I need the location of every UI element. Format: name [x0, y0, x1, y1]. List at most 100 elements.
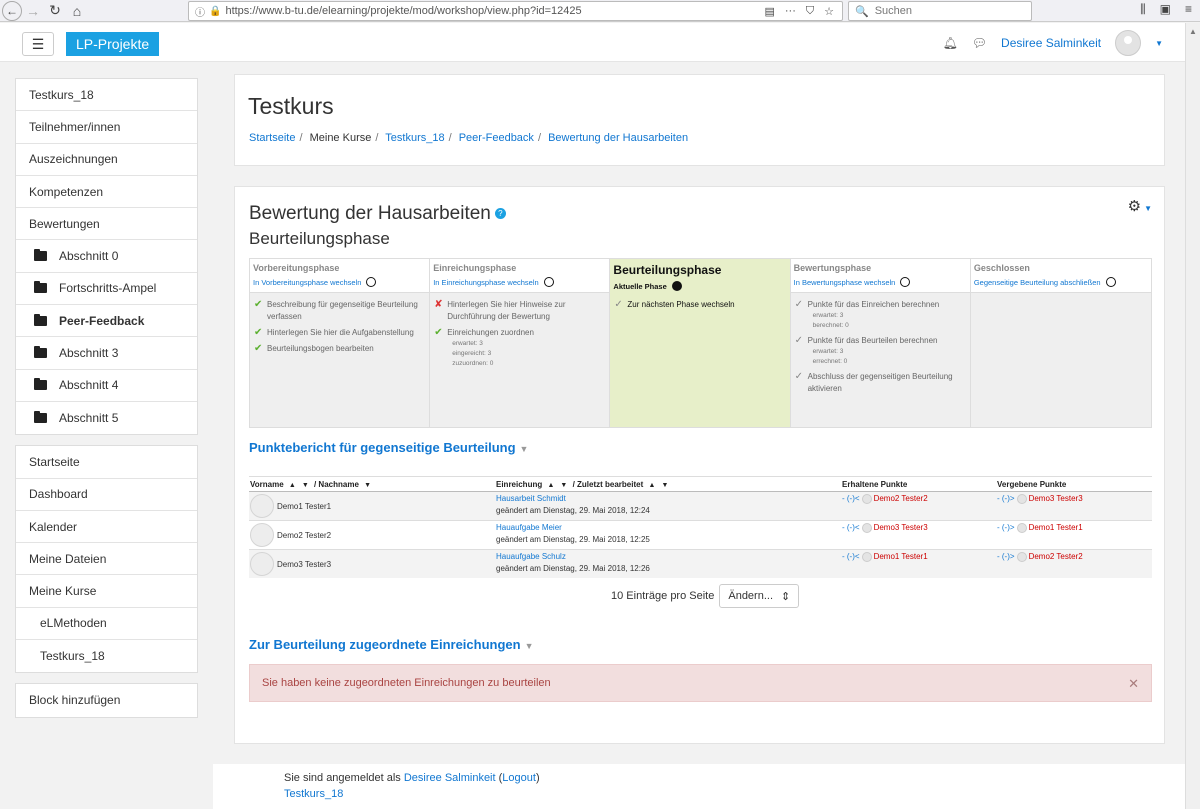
drawer-item-my-courses[interactable]: Meine Kurse [16, 575, 197, 608]
sort-down-icon[interactable]: ▼ [364, 482, 371, 489]
task-text[interactable]: Beurteilungsbogen bearbeiten [267, 343, 374, 355]
help-icon[interactable]: ? [494, 208, 506, 220]
drawer-item-grades[interactable]: Bewertungen [16, 208, 197, 241]
star-icon[interactable]: ☆ [824, 5, 834, 18]
drawer-item-section-peer-feedback[interactable]: Peer-Feedback [16, 305, 197, 338]
home-icon[interactable]: ⌂ [66, 0, 88, 22]
bell-icon[interactable]: 🔔︎ [943, 36, 958, 50]
breadcrumb-item[interactable]: Meine Kurse [310, 132, 372, 144]
task-text[interactable]: Hinterlegen Sie hier Hinweise zur Durchf… [447, 299, 605, 323]
reviewer-name[interactable]: Demo1 Tester1 [874, 552, 928, 561]
avatar[interactable] [250, 494, 274, 518]
submission-link[interactable]: Hausarbeit Schmidt [496, 494, 840, 503]
grade-link[interactable]: - (-)< [842, 552, 860, 561]
grade-link[interactable]: - (-)< [842, 523, 860, 532]
sidebar-icon[interactable]: ▣ [1160, 2, 1171, 17]
footer-user-link[interactable]: Desiree Salminkeit [404, 772, 496, 784]
reviewee-name[interactable]: Demo2 Tester2 [1029, 552, 1083, 561]
submission-link[interactable]: Hauaufgabe Schulz [496, 552, 840, 561]
reload-icon[interactable]: ↻ [44, 0, 66, 22]
scrollbar[interactable]: ▲ [1185, 23, 1200, 809]
reviewer-name[interactable]: Demo2 Tester2 [874, 494, 928, 503]
sort-up-icon[interactable]: ▲ [289, 482, 296, 489]
breadcrumb-item[interactable]: Peer-Feedback [459, 132, 534, 144]
footer-course-link[interactable]: Testkurs_18 [284, 788, 343, 800]
drawer-item-badges[interactable]: Auszeichnungen [16, 144, 197, 176]
phase-switch-link[interactable]: In Vorbereitungsphase wechseln [253, 277, 426, 287]
sort-up-icon[interactable]: ▲ [547, 482, 554, 489]
drawer-item-home[interactable]: Startseite [16, 446, 197, 479]
per-page-select[interactable]: Ändern... ⇕ [719, 584, 800, 608]
task-text[interactable]: Zur nächsten Phase wechseln [627, 299, 734, 311]
settings-menu[interactable]: ⚙ ▼ [1128, 197, 1152, 215]
library-icon[interactable]: ⫼ [1140, 2, 1146, 17]
add-block-button[interactable]: Block hinzufügen [16, 684, 197, 716]
breadcrumb-item[interactable]: Testkurs_18 [385, 132, 444, 144]
submission-link[interactable]: Hauaufgabe Meier [496, 523, 840, 532]
chevron-down-icon[interactable]: ▼ [1155, 39, 1163, 48]
sort-down-icon[interactable]: ▼ [302, 482, 309, 489]
grade-link[interactable]: - (-)< [842, 494, 860, 503]
grade-link[interactable]: - (-)> [997, 552, 1015, 561]
sort-up-icon[interactable]: ▲ [649, 482, 656, 489]
phase-switch-link[interactable]: In Einreichungsphase wechseln [433, 277, 606, 287]
sort-submission[interactable]: Einreichung [496, 480, 542, 489]
assigned-heading[interactable]: Zur Beurteilung zugeordnete Einreichunge… [249, 637, 534, 652]
shield-icon[interactable]: ⛉ [806, 5, 814, 18]
phase-switch-text[interactable]: In Bewertungsphase wechseln [794, 278, 896, 287]
reader-icon[interactable]: ▤ [764, 5, 774, 18]
grade-link[interactable]: - (-)> [997, 494, 1015, 503]
sort-modified[interactable]: / Zuletzt bearbeitet [573, 480, 644, 489]
site-brand[interactable]: LP-Projekte [66, 32, 160, 56]
sort-firstname[interactable]: Vorname [250, 480, 284, 489]
back-icon[interactable]: ← [2, 0, 22, 21]
report-heading[interactable]: Punktebericht für gegenseitige Beurteilu… [249, 440, 528, 455]
drawer-item-course-testkurs[interactable]: Testkurs_18 [16, 640, 197, 672]
drawer-item-section-0[interactable]: Abschnitt 0 [16, 240, 197, 273]
close-icon[interactable]: ✕ [1128, 676, 1139, 692]
url-text[interactable]: https://www.b-tu.de/elearning/projekte/m… [225, 5, 581, 17]
task-text[interactable]: Abschluss der gegenseitigen Beurteilung … [808, 371, 966, 395]
task-text[interactable]: Punkte für das Einreichen berechnen [808, 299, 940, 311]
drawer-item-course[interactable]: Testkurs_18 [16, 79, 197, 112]
avatar[interactable] [1115, 30, 1142, 56]
phase-switch-text[interactable]: In Einreichungsphase wechseln [433, 278, 538, 287]
chevron-down-icon[interactable]: ▼ [525, 641, 534, 651]
chevron-down-icon[interactable]: ▼ [1144, 204, 1152, 213]
sort-lastname[interactable]: / Nachname [314, 480, 359, 489]
task-text[interactable]: Punkte für das Beurteilen berechnen [808, 335, 938, 347]
reviewer-name[interactable]: Demo3 Tester3 [874, 523, 928, 532]
task-text[interactable]: Beschreibung für gegenseitige Beurteilun… [267, 299, 425, 323]
menu-icon[interactable]: ≡ [1185, 2, 1192, 17]
sort-down-icon[interactable]: ▼ [661, 482, 668, 489]
drawer-item-section-5[interactable]: Abschnitt 5 [16, 402, 197, 434]
grade-link[interactable]: - (-)> [997, 523, 1015, 532]
circle-icon[interactable] [900, 277, 911, 287]
circle-icon[interactable] [543, 277, 554, 287]
circle-icon[interactable] [1105, 277, 1116, 287]
phase-switch-text[interactable]: Gegenseitige Beurteilung abschließen [974, 278, 1101, 287]
drawer-item-files[interactable]: Meine Dateien [16, 543, 197, 576]
phase-switch-text[interactable]: In Vorbereitungsphase wechseln [253, 278, 361, 287]
phase-switch-link[interactable]: In Bewertungsphase wechseln [794, 277, 967, 287]
sort-down-icon[interactable]: ▼ [560, 482, 567, 489]
more-icon[interactable]: ··· [785, 5, 796, 18]
forward-icon[interactable]: → [22, 0, 44, 22]
drawer-item-course-elmethoden[interactable]: eLMethoden [16, 608, 197, 641]
phase-switch-link[interactable]: Gegenseitige Beurteilung abschließen [974, 277, 1148, 287]
avatar[interactable] [250, 552, 274, 576]
message-icon[interactable]: 💬︎ [972, 36, 987, 50]
task-text[interactable]: Hinterlegen Sie hier die Aufgabenstellun… [267, 327, 414, 339]
breadcrumb-item[interactable]: Bewertung der Hausarbeiten [548, 132, 688, 144]
report-heading-text[interactable]: Punktebericht für gegenseitige Beurteilu… [249, 440, 516, 455]
drawer-toggle-button[interactable]: ☰ [22, 32, 54, 56]
per-page-select-value[interactable]: Ändern... [728, 590, 773, 602]
breadcrumb-item[interactable]: Startseite [249, 132, 295, 144]
drawer-item-calendar[interactable]: Kalender [16, 511, 197, 544]
task-text[interactable]: Einreichungen zuordnen [447, 327, 534, 339]
assigned-heading-text[interactable]: Zur Beurteilung zugeordnete Einreichunge… [249, 637, 521, 652]
gear-icon[interactable]: ⚙ [1128, 198, 1141, 215]
drawer-item-section-ampel[interactable]: Fortschritts-Ampel [16, 273, 197, 306]
logout-link[interactable]: Logout [502, 772, 536, 784]
drawer-item-dashboard[interactable]: Dashboard [16, 479, 197, 511]
